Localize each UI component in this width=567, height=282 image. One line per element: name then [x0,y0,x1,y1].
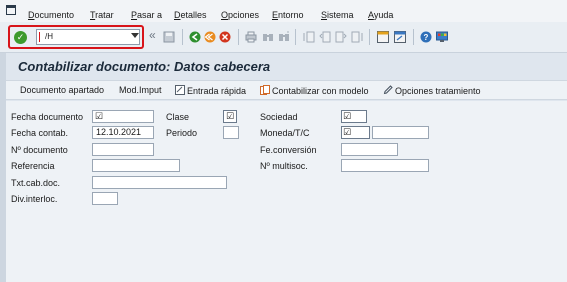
standard-toolbar: ✓ /H « ? [0,22,567,53]
menu-ayuda[interactable]: Ayuda [368,10,393,20]
document-number-label: Nº documento [11,145,68,155]
command-field[interactable]: /H [36,29,140,45]
header-text-label: Txt.cab.doc. [11,178,61,188]
first-page-icon[interactable] [303,31,315,43]
print-icon[interactable] [245,31,257,43]
document-type-label: Clase [166,112,190,122]
svg-text:?: ? [424,33,429,42]
cross-company-number-field[interactable] [341,159,429,172]
reference-field[interactable] [92,159,180,172]
find-next-icon[interactable] [278,31,290,43]
translation-date-label: Fe.conversión [260,145,317,155]
period-field[interactable] [223,126,239,139]
trading-partner-field[interactable] [92,192,118,205]
editing-options-label: Opciones tratamiento [395,86,481,96]
layout-icon[interactable] [436,31,448,43]
exchange-rate-field[interactable] [372,126,429,139]
menu-opciones[interactable]: Opciones [221,10,259,20]
translation-date-field[interactable] [341,143,398,156]
currency-field[interactable]: ☑ [341,126,370,139]
command-history-dropdown-icon[interactable] [131,33,139,38]
currency-rate-label: Moneda/T/C [260,128,310,138]
document-date-label: Fecha documento [11,112,84,122]
toolbar-separator [182,29,183,45]
shortcut-icon[interactable] [394,31,406,43]
text-cursor [39,32,40,42]
menu-bar: Documento Tratar Pasar a Detalles Opcion… [0,0,567,22]
account-model-button[interactable]: Mod.Imput [119,85,162,96]
posting-date-field[interactable]: 12.10.2021 [92,126,154,139]
company-code-label: Sociedad [260,112,298,122]
system-menu-icon[interactable] [6,5,16,15]
toolbar-separator [413,29,414,45]
document-number-field[interactable] [92,143,154,156]
menu-entorno[interactable]: Entorno [272,10,304,20]
header-data-form: Fecha documento Fecha contab. Nº documen… [6,101,567,282]
post-with-reference-button[interactable]: Contabilizar con modelo [260,85,369,97]
back-icon[interactable] [189,31,201,43]
save-icon[interactable] [163,31,175,43]
last-page-icon[interactable] [351,31,363,43]
fast-entry-button[interactable]: Entrada rápida [175,85,246,97]
enter-check-icon[interactable]: ✓ [14,31,27,44]
previous-page-icon[interactable] [319,31,331,43]
menu-pasar-a[interactable]: Pasar a [131,10,162,20]
pencil-icon [383,85,393,95]
period-label: Periodo [166,128,198,138]
exit-icon[interactable] [204,31,216,43]
reference-label: Referencia [11,161,55,171]
menu-sistema[interactable]: Sistema [321,10,354,20]
cross-company-number-label: Nº multisoc. [260,161,308,171]
document-type-field[interactable]: ☑ [223,110,237,123]
toolbar-separator [295,29,296,45]
toolbar-separator [369,29,370,45]
help-icon[interactable]: ? [420,31,432,43]
command-field-highlight: ✓ /H [8,25,144,49]
toolbar-separator [238,29,239,45]
trading-partner-label: Div.interloc. [11,194,58,204]
posting-date-label: Fecha contab. [11,128,69,138]
company-code-field[interactable]: ☑ [341,110,367,123]
fast-entry-label: Entrada rápida [187,86,247,96]
editing-options-button[interactable]: Opciones tratamiento [383,85,481,97]
menu-tratar[interactable]: Tratar [90,10,114,20]
cancel-icon[interactable] [219,31,231,43]
menu-detalles[interactable]: Detalles [174,10,207,20]
page-title: Contabilizar documento: Datos cabecera [18,59,271,74]
menu-documento[interactable]: Documento [28,10,74,20]
post-with-reference-icon [260,85,270,95]
required-entry-mark: ☑ [94,111,104,121]
next-page-icon[interactable] [335,31,347,43]
create-session-icon[interactable] [377,31,389,43]
fast-entry-icon [175,85,185,95]
document-date-field[interactable]: ☑ [92,110,154,123]
application-toolbar: Documento apartado Mod.Imput Entrada ráp… [6,80,567,100]
hold-document-button[interactable]: Documento apartado [20,85,104,96]
header-text-field[interactable] [92,176,227,189]
collapse-command-field-icon[interactable]: « [149,28,156,42]
title-bar: Contabilizar documento: Datos cabecera [6,57,567,77]
post-with-reference-label: Contabilizar con modelo [272,86,369,96]
find-icon[interactable] [262,31,274,43]
